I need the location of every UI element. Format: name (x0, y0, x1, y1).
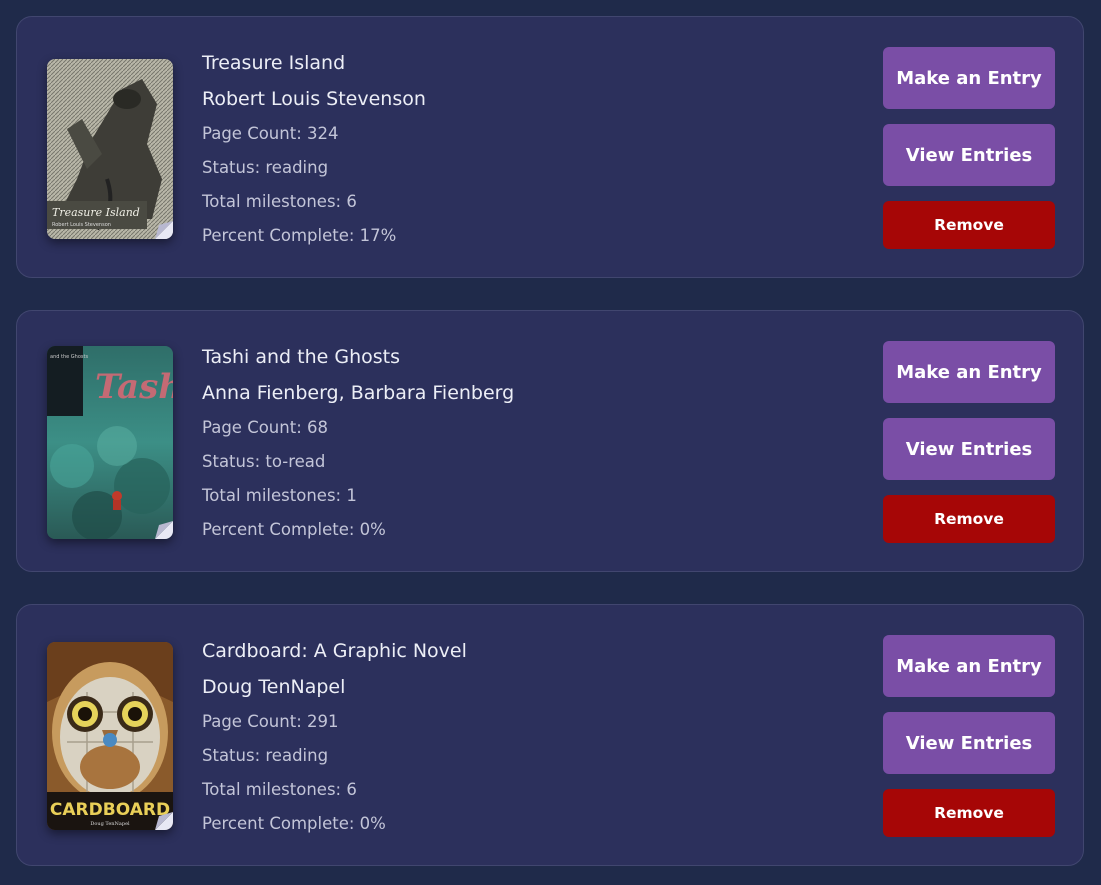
book-title: Treasure Island (202, 52, 346, 74)
total-milestones: Total milestones: 6 (202, 192, 357, 211)
book-info: Cardboard: A Graphic Novel Doug TenNapel… (202, 633, 467, 841)
status-text: Status: reading (202, 746, 329, 765)
book-card: Treasure Island Robert Louis Stevenson T… (16, 16, 1084, 278)
percent-complete: Percent Complete: 17% (202, 226, 397, 245)
svg-text:Treasure Island: Treasure Island (52, 206, 140, 219)
percent-complete: Percent Complete: 0% (202, 814, 386, 833)
book-cover-image: CARDBOARD Doug TenNapel (47, 642, 173, 830)
status-text: Status: reading (202, 158, 329, 177)
view-entries-button[interactable]: View Entries (883, 124, 1055, 186)
page-count: Page Count: 68 (202, 418, 328, 437)
book-title: Tashi and the Ghosts (202, 346, 401, 368)
book-card: CARDBOARD Doug TenNapel Cardboard: A Gra… (16, 604, 1084, 866)
make-entry-button[interactable]: Make an Entry (883, 47, 1055, 109)
book-info: Tashi and the Ghosts Anna Fienberg, Barb… (202, 339, 514, 547)
book-info: Treasure Island Robert Louis Stevenson P… (202, 45, 426, 253)
view-entries-button[interactable]: View Entries (883, 712, 1055, 774)
svg-text:Tashi: Tashi (95, 367, 173, 407)
status-text: Status: to-read (202, 452, 326, 471)
remove-button[interactable]: Remove (883, 201, 1055, 249)
percent-complete: Percent Complete: 0% (202, 520, 386, 539)
page-count: Page Count: 324 (202, 124, 339, 143)
svg-text:CARDBOARD: CARDBOARD (50, 800, 170, 820)
book-author: Anna Fienberg, Barbara Fienberg (202, 382, 515, 404)
book-author: Doug TenNapel (202, 676, 346, 698)
book-list: Treasure Island Robert Louis Stevenson T… (0, 0, 1101, 885)
total-milestones: Total milestones: 1 (202, 486, 357, 505)
book-cover-image: Tashi and the Ghosts (47, 346, 173, 539)
svg-text:and the Ghosts: and the Ghosts (50, 354, 88, 360)
remove-button[interactable]: Remove (883, 495, 1055, 543)
book-card: Tashi and the Ghosts Tashi and the Ghost… (16, 310, 1084, 572)
book-title: Cardboard: A Graphic Novel (202, 640, 467, 662)
svg-text:Doug TenNapel: Doug TenNapel (90, 821, 130, 827)
page-count: Page Count: 291 (202, 712, 339, 731)
make-entry-button[interactable]: Make an Entry (883, 341, 1055, 403)
book-cover-image: Treasure Island Robert Louis Stevenson (47, 59, 173, 239)
total-milestones: Total milestones: 6 (202, 780, 357, 799)
view-entries-button[interactable]: View Entries (883, 418, 1055, 480)
svg-text:Robert Louis Stevenson: Robert Louis Stevenson (52, 222, 111, 228)
book-author: Robert Louis Stevenson (202, 88, 426, 110)
make-entry-button[interactable]: Make an Entry (883, 635, 1055, 697)
remove-button[interactable]: Remove (883, 789, 1055, 837)
